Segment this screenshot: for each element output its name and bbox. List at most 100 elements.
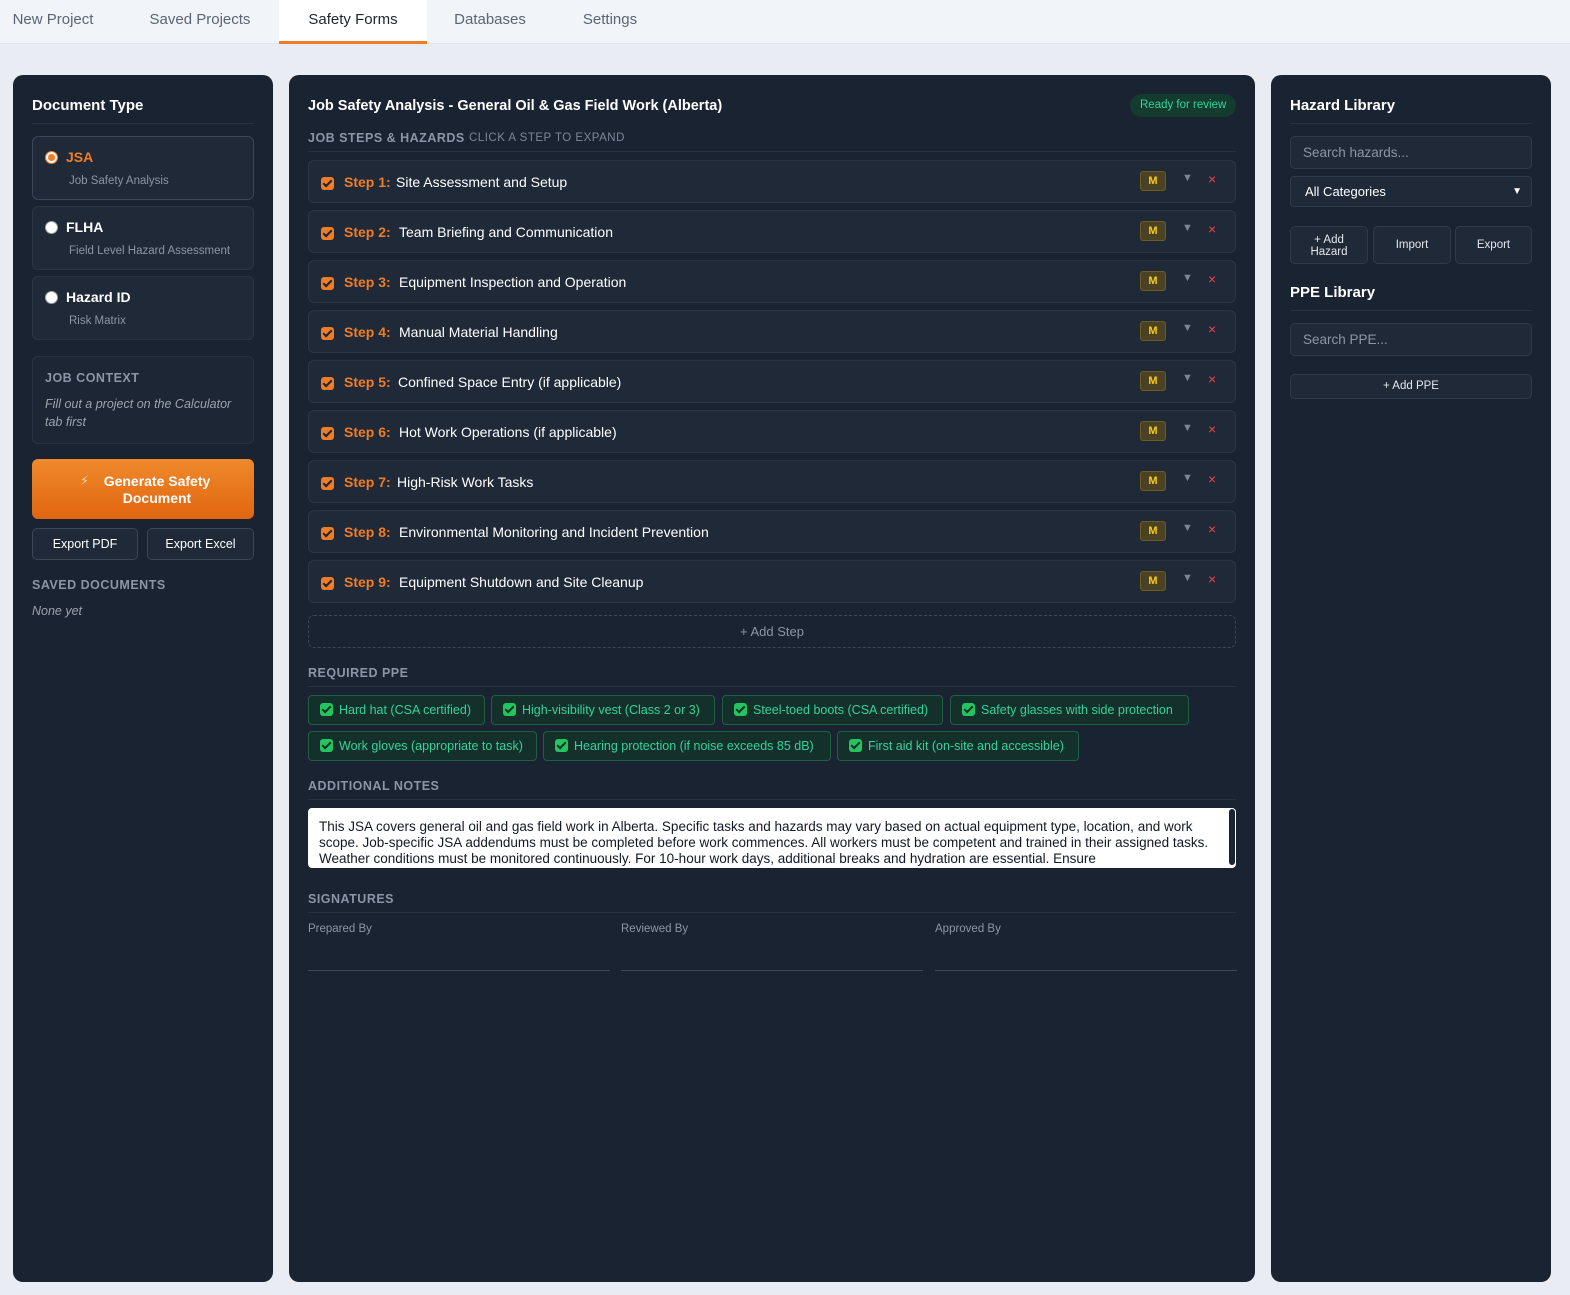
approved-by-label: Approved By: [935, 923, 1001, 935]
close-icon[interactable]: ×: [1208, 321, 1216, 337]
saved-documents-empty: None yet: [32, 604, 83, 618]
close-icon[interactable]: ×: [1208, 471, 1216, 487]
tab-new-project[interactable]: New Project: [0, 0, 106, 44]
ppe-checkbox[interactable]: [555, 739, 568, 752]
prepared-by-signature-line[interactable]: [308, 970, 610, 971]
risk-level-badge: M: [1140, 421, 1166, 441]
risk-level-badge: M: [1140, 221, 1166, 241]
radio-flha[interactable]: [45, 221, 58, 234]
close-icon[interactable]: ×: [1208, 571, 1216, 587]
close-icon[interactable]: ×: [1208, 371, 1216, 387]
step-title: High-Risk Work Tasks: [397, 474, 534, 490]
ppe-library-title: PPE Library: [1290, 284, 1376, 301]
ppe-chip[interactable]: Safety glasses with side protection: [950, 695, 1189, 725]
chevron-down-icon[interactable]: ▼: [1182, 522, 1193, 534]
chevron-down-icon[interactable]: ▼: [1182, 572, 1193, 584]
step-checkbox[interactable]: [321, 477, 334, 490]
divider: [32, 123, 254, 124]
chevron-down-icon[interactable]: ▼: [1182, 172, 1193, 184]
ppe-checkbox[interactable]: [503, 703, 516, 716]
step-row[interactable]: Step 6: Hot Work Operations (if applicab…: [308, 410, 1236, 453]
ppe-chip[interactable]: High-visibility vest (Class 2 or 3): [491, 695, 715, 725]
form-title: Job Safety Analysis - General Oil & Gas …: [308, 98, 723, 114]
chevron-down-icon[interactable]: ▼: [1182, 472, 1193, 484]
chevron-down-icon: ▼: [1512, 186, 1522, 197]
step-title: Equipment Shutdown and Site Cleanup: [399, 574, 644, 590]
risk-level-badge: M: [1140, 571, 1166, 591]
generate-safety-document-button[interactable]: ⚡ Generate Safety Document: [32, 459, 254, 519]
export-pdf-button[interactable]: Export PDF: [32, 528, 138, 560]
add-step-button[interactable]: + Add Step: [308, 615, 1236, 648]
tab-databases[interactable]: Databases: [440, 0, 540, 44]
doc-option-jsa[interactable]: JSA Job Safety Analysis: [32, 136, 254, 200]
tab-safety-forms[interactable]: Safety Forms: [279, 0, 427, 44]
ppe-search-input[interactable]: [1290, 323, 1532, 356]
step-number: Step 8:: [344, 524, 391, 540]
chevron-down-icon[interactable]: ▼: [1182, 322, 1193, 334]
risk-level-badge: M: [1140, 321, 1166, 341]
add-ppe-button[interactable]: + Add PPE: [1290, 374, 1532, 399]
status-badge: Ready for review: [1130, 94, 1237, 117]
ppe-checkbox[interactable]: [320, 703, 333, 716]
close-icon[interactable]: ×: [1208, 421, 1216, 437]
step-row[interactable]: Step 5: Confined Space Entry (if applica…: [308, 360, 1236, 403]
close-icon[interactable]: ×: [1208, 271, 1216, 287]
add-hazard-button[interactable]: + Add Hazard: [1290, 226, 1368, 264]
tab-settings[interactable]: Settings: [568, 0, 652, 44]
step-checkbox[interactable]: [321, 377, 334, 390]
ppe-checkbox[interactable]: [962, 703, 975, 716]
risk-level-badge: M: [1140, 471, 1166, 491]
ppe-chip[interactable]: Hearing protection (if noise exceeds 85 …: [543, 731, 831, 761]
import-button[interactable]: Import: [1373, 226, 1451, 264]
ppe-checkbox[interactable]: [734, 703, 747, 716]
notes-scrollbar[interactable]: [1229, 809, 1235, 865]
doc-option-hazard-id[interactable]: Hazard ID Risk Matrix: [32, 276, 254, 340]
radio-hazard-id[interactable]: [45, 291, 58, 304]
chevron-down-icon[interactable]: ▼: [1182, 222, 1193, 234]
export-excel-button[interactable]: Export Excel: [147, 528, 254, 560]
add-hazard-label: + Add Hazard: [1310, 234, 1348, 258]
close-icon[interactable]: ×: [1208, 171, 1216, 187]
doc-option-flha[interactable]: FLHA Field Level Hazard Assessment: [32, 206, 254, 270]
approved-by-signature-line[interactable]: [935, 970, 1237, 971]
tab-saved-projects[interactable]: Saved Projects: [135, 0, 265, 44]
step-row[interactable]: Step 1: Site Assessment and Setup M ▼ ×: [308, 160, 1236, 203]
ppe-checkbox[interactable]: [320, 739, 333, 752]
ppe-label: First aid kit (on-site and accessible): [868, 739, 1064, 753]
reviewed-by-signature-line[interactable]: [621, 970, 923, 971]
ppe-chip[interactable]: Hard hat (CSA certified): [308, 695, 485, 725]
export-button[interactable]: Export: [1455, 226, 1532, 264]
chevron-down-icon[interactable]: ▼: [1182, 272, 1193, 284]
step-checkbox[interactable]: [321, 327, 334, 340]
step-number: Step 5:: [344, 374, 391, 390]
hazard-search-input[interactable]: [1290, 136, 1532, 169]
step-number: Step 6:: [344, 424, 391, 440]
required-ppe-label: REQUIRED PPE: [308, 666, 409, 680]
close-icon[interactable]: ×: [1208, 221, 1216, 237]
ppe-chip[interactable]: Steel-toed boots (CSA certified): [722, 695, 943, 725]
step-row[interactable]: Step 3: Equipment Inspection and Operati…: [308, 260, 1236, 303]
chevron-down-icon[interactable]: ▼: [1182, 372, 1193, 384]
ppe-chip[interactable]: Work gloves (appropriate to task): [308, 731, 537, 761]
step-checkbox[interactable]: [321, 577, 334, 590]
close-icon[interactable]: ×: [1208, 521, 1216, 537]
step-checkbox[interactable]: [321, 227, 334, 240]
ppe-label: Steel-toed boots (CSA certified): [753, 703, 929, 717]
category-select[interactable]: All Categories ▼: [1290, 176, 1532, 207]
step-row[interactable]: Step 9: Equipment Shutdown and Site Clea…: [308, 560, 1236, 603]
step-checkbox[interactable]: [321, 527, 334, 540]
additional-notes-textarea[interactable]: This JSA covers general oil and gas fiel…: [308, 808, 1236, 868]
step-row[interactable]: Step 2: Team Briefing and Communication …: [308, 210, 1236, 253]
step-row[interactable]: Step 7: High-Risk Work Tasks M ▼ ×: [308, 460, 1236, 503]
step-checkbox[interactable]: [321, 177, 334, 190]
step-checkbox[interactable]: [321, 427, 334, 440]
ppe-checkbox[interactable]: [849, 739, 862, 752]
doc-option-name: JSA: [66, 149, 94, 165]
chevron-down-icon[interactable]: ▼: [1182, 422, 1193, 434]
radio-jsa[interactable]: [45, 151, 58, 164]
step-row[interactable]: Step 4: Manual Material Handling M ▼ ×: [308, 310, 1236, 353]
step-checkbox[interactable]: [321, 277, 334, 290]
step-row[interactable]: Step 8: Environmental Monitoring and Inc…: [308, 510, 1236, 553]
ppe-chip[interactable]: First aid kit (on-site and accessible): [837, 731, 1079, 761]
step-title: Confined Space Entry (if applicable): [398, 374, 622, 390]
